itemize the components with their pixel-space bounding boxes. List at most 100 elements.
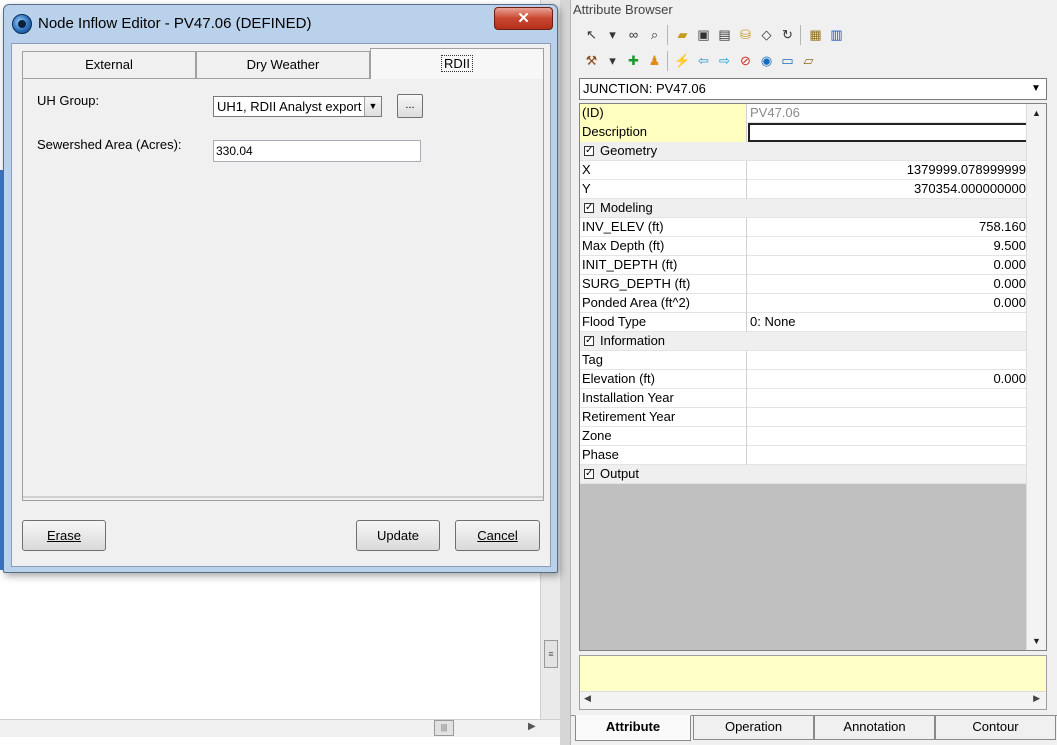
uh-group-browse-button[interactable]: ... (397, 94, 423, 118)
attribute-row[interactable]: Retirement Year (580, 408, 1028, 427)
person-icon[interactable]: ♟ (644, 51, 665, 71)
attribute-row[interactable]: Y 370354.000000000 (580, 180, 1028, 199)
element-selector-dropdown[interactable]: JUNCTION: PV47.06 ▼ (579, 78, 1047, 100)
attribute-name: Ponded Area (ft^2) (580, 294, 747, 313)
attribute-value[interactable]: 0.000 (748, 275, 1028, 294)
attribute-value[interactable] (748, 351, 1028, 370)
hammer-icon[interactable]: ⚒ (581, 51, 602, 71)
update-button[interactable]: Update (356, 520, 440, 551)
attribute-name: Max Depth (ft) (580, 237, 747, 256)
attribute-value[interactable]: 758.160 (748, 218, 1028, 237)
attribute-name: X (580, 161, 747, 180)
globe-icon[interactable]: ◉ (756, 51, 777, 71)
description-input[interactable] (748, 123, 1028, 142)
scroll-down-arrow-icon[interactable]: ▼ (1027, 632, 1046, 650)
erase-button[interactable]: Erase (22, 520, 106, 551)
attribute-row[interactable]: X 1379999.078999999 (580, 161, 1028, 180)
attribute-value[interactable]: 0.000 (748, 370, 1028, 389)
dropdown-icon[interactable]: ▾ (602, 51, 623, 71)
tab-dry-weather[interactable]: Dry Weather (196, 51, 370, 78)
scroll-right-arrow-icon[interactable]: ▶ (528, 721, 536, 732)
description-horizontal-scrollbar[interactable]: ◀ ▶ (580, 691, 1046, 709)
add-node-icon[interactable]: ✚ (623, 51, 644, 71)
attribute-row[interactable]: Flood Type 0: None (580, 313, 1028, 332)
zoom-icon[interactable]: ⌕ (644, 25, 665, 45)
attribute-value[interactable]: 9.500 (748, 237, 1028, 256)
map-horizontal-scrollbar[interactable] (0, 719, 560, 737)
attribute-row[interactable]: Elevation (ft) 0.000 (580, 370, 1028, 389)
dropdown-icon[interactable]: ▾ (602, 25, 623, 45)
cancel-button[interactable]: Cancel (455, 520, 540, 551)
tab-annotation[interactable]: Annotation (814, 716, 935, 740)
close-button[interactable]: ✕ (494, 7, 553, 30)
arrow-cursor-icon[interactable]: ↖ (581, 25, 602, 45)
chevron-down-icon[interactable]: ▼ (364, 97, 381, 116)
tab-contour[interactable]: Contour (935, 716, 1056, 740)
attribute-value[interactable]: 0.000 (748, 294, 1028, 313)
tab-operation[interactable]: Operation (693, 716, 814, 740)
attribute-row[interactable]: Ponded Area (ft^2) 0.000 (580, 294, 1028, 313)
attribute-row[interactable]: SURG_DEPTH (ft) 0.000 (580, 275, 1028, 294)
attribute-category-row[interactable]: ✓ Modeling (580, 199, 1028, 218)
attribute-row[interactable]: Zone (580, 427, 1028, 446)
attribute-row[interactable]: (ID) PV47.06 (580, 104, 1028, 123)
attribute-value[interactable] (748, 389, 1028, 408)
chevron-down-icon[interactable]: ▼ (1026, 79, 1046, 99)
attribute-row[interactable]: Installation Year (580, 389, 1028, 408)
attribute-value[interactable] (748, 427, 1028, 446)
attribute-category-row[interactable]: ✓ Geometry (580, 142, 1028, 161)
attribute-name: INV_ELEV (ft) (580, 218, 747, 237)
attribute-row[interactable]: Tag (580, 351, 1028, 370)
pipe-tool-icon[interactable]: ⚡ (672, 51, 693, 71)
tab-attribute[interactable]: Attribute (575, 715, 691, 741)
sewershed-area-input[interactable]: 330.04 (213, 140, 421, 162)
no-zoom-icon[interactable]: ⊘ (735, 51, 756, 71)
save-icon[interactable]: ▣ (693, 25, 714, 45)
attribute-value[interactable]: 0.000 (748, 256, 1028, 275)
attribute-value[interactable] (748, 408, 1028, 427)
cancel-button-label: Cancel (477, 528, 518, 543)
map-vertical-scroll-thumb[interactable]: ≡ (544, 640, 558, 668)
tab-rdii-label: RDII (441, 55, 473, 72)
dialog-body: External Dry Weather RDII UH Group: UH1,… (11, 43, 551, 567)
attribute-category-row[interactable]: ✓ Information (580, 332, 1028, 351)
map-horizontal-scroll-thumb[interactable]: ||| (434, 720, 454, 736)
tab-rdii[interactable]: RDII (370, 48, 544, 79)
eraser-icon[interactable]: ◇ (756, 25, 777, 45)
attribute-row[interactable]: Phase (580, 446, 1028, 465)
open-folder-icon[interactable]: ▰ (672, 25, 693, 45)
tab-external[interactable]: External (22, 51, 196, 78)
attribute-value[interactable]: PV47.06 (748, 104, 1028, 123)
attribute-row[interactable]: Description (580, 123, 1028, 142)
save-as-icon[interactable]: ▤ (714, 25, 735, 45)
scroll-up-arrow-icon[interactable]: ▲ (1027, 104, 1046, 122)
attribute-value[interactable]: 0: None (748, 313, 1028, 332)
back-arrow-icon[interactable]: ⇦ (693, 51, 714, 71)
attribute-name: Y (580, 180, 747, 199)
open-tray-icon[interactable]: ▱ (798, 51, 819, 71)
dialog-titlebar[interactable]: Node Inflow Editor - PV47.06 (DEFINED) ✕ (4, 5, 557, 43)
uh-group-select[interactable]: UH1, RDII Analyst export ▼ (213, 96, 382, 117)
attribute-category-row[interactable]: ✓ Output (580, 465, 1028, 484)
scroll-left-arrow-icon[interactable]: ◀ (584, 693, 591, 704)
refresh-icon[interactable]: ↻ (777, 25, 798, 45)
attribute-name: INIT_DEPTH (ft) (580, 256, 747, 275)
dialog-title: Node Inflow Editor - PV47.06 (DEFINED) (38, 15, 312, 32)
layer-icon[interactable]: ▭ (777, 51, 798, 71)
database-icon[interactable]: ⛁ (735, 25, 756, 45)
link-icon[interactable]: ∞ (623, 25, 644, 45)
pane-splitter[interactable] (560, 0, 570, 745)
attribute-row[interactable]: Max Depth (ft) 9.500 (580, 237, 1028, 256)
attribute-value[interactable]: 1379999.078999999 (748, 161, 1028, 180)
attribute-value[interactable]: 370354.000000000 (748, 180, 1028, 199)
chart-icon[interactable]: ▥ (826, 25, 847, 45)
scroll-right-arrow-icon[interactable]: ▶ (1033, 693, 1040, 704)
attribute-value[interactable] (748, 446, 1028, 465)
sewershed-area-label: Sewershed Area (Acres): (37, 137, 182, 152)
forward-arrow-icon[interactable]: ⇨ (714, 51, 735, 71)
table-icon[interactable]: ▦ (805, 25, 826, 45)
attribute-grid-scrollbar[interactable]: ▲ ▼ (1026, 104, 1046, 650)
attribute-name: Flood Type (580, 313, 747, 332)
attribute-row[interactable]: INIT_DEPTH (ft) 0.000 (580, 256, 1028, 275)
attribute-row[interactable]: INV_ELEV (ft) 758.160 (580, 218, 1028, 237)
